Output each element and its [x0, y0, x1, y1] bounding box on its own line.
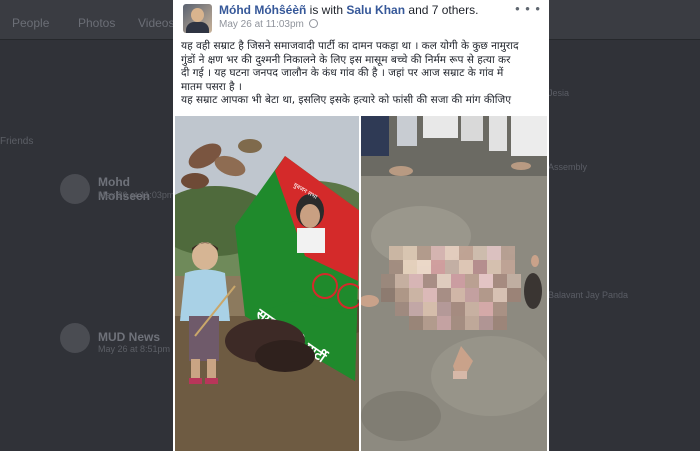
- background-post-date: May 26 at 8:51pm: [98, 344, 171, 354]
- post-meta: May 26 at 11:03pm: [219, 19, 318, 30]
- sidebar-item[interactable]: Assembly: [548, 162, 587, 172]
- background-post-date: May 26 at 11:03pm: [98, 190, 175, 200]
- background-feed: Friends Mohd Mohseen May 26 at 11:03pm M…: [0, 40, 175, 451]
- post-card: Móhd Móhŝéèñ is with Salu Khan and 7 oth…: [173, 0, 549, 451]
- post-date[interactable]: May 26 at 11:03pm: [219, 19, 304, 30]
- and-others-link[interactable]: and 7 others.: [408, 3, 478, 17]
- post-header: Móhd Móhŝéèñ is with Salu Khan and 7 oth…: [173, 0, 549, 40]
- post-photo-child-flag[interactable]: समाजवादी पार्टी युवजन सभा: [175, 116, 359, 451]
- tab-photos[interactable]: Photos: [78, 16, 115, 30]
- post-text-line: यह वही सम्राट है जिसने समाजवादी पार्टी क…: [181, 40, 519, 52]
- photo-child-flag-drawing: समाजवादी पार्टी युवजन सभा: [175, 116, 359, 451]
- post-header-line: Móhd Móhŝéèñ is with Salu Khan and 7 oth…: [219, 3, 478, 17]
- globe-icon: [308, 19, 318, 28]
- tab-people[interactable]: People: [12, 16, 49, 30]
- author-avatar[interactable]: [183, 4, 212, 33]
- sidebar-item[interactable]: Balavant Jay Panda: [548, 290, 628, 300]
- post-photo-blurred[interactable]: [361, 116, 547, 451]
- post-text-line: यह सम्राट आपका भी बेटा था, इसलिए इसके हत…: [181, 94, 512, 106]
- tab-videos[interactable]: Videos: [138, 16, 174, 30]
- avatar: [60, 174, 90, 204]
- post-text: यह वही सम्राट है जिसने समाजवादी पार्टी क…: [181, 40, 543, 108]
- photo-blurred-drawing: [361, 116, 547, 451]
- post-text-line: दी गई । यह घटना जनपद जालौन के कंध गांव क…: [181, 67, 504, 79]
- tagged-friend-link[interactable]: Salu Khan: [346, 3, 405, 17]
- is-with-text: is with: [309, 3, 344, 17]
- background-left-label: Friends: [0, 136, 34, 147]
- background-post-author[interactable]: MUD News: [98, 330, 160, 344]
- avatar: [60, 323, 90, 353]
- post-text-line: मातम पसरा है ।: [181, 80, 242, 93]
- author-name-link[interactable]: Móhd Móhŝéèñ: [219, 3, 306, 17]
- post-text-line: गुंडों ने क्षण भर की दुश्मनी निकालने के …: [181, 53, 511, 66]
- more-options-icon[interactable]: • • •: [515, 1, 541, 16]
- sidebar-item[interactable]: Jesia: [548, 88, 569, 98]
